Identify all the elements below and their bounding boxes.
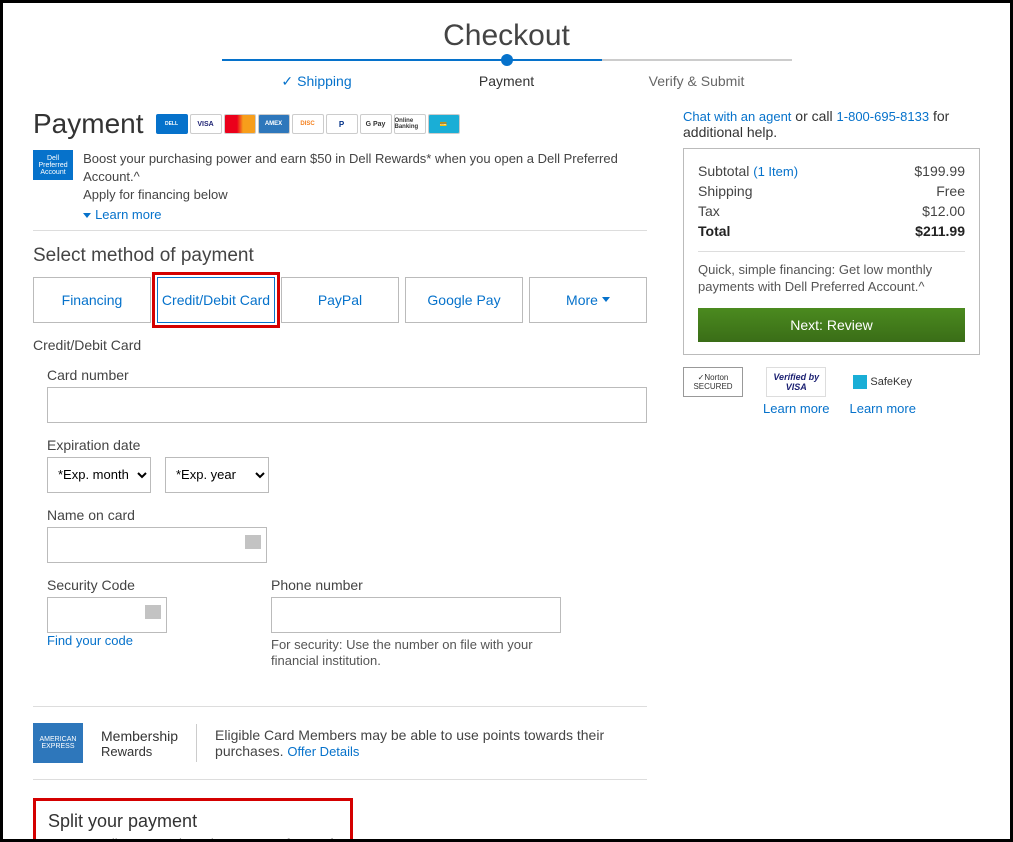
card-number-input[interactable] (47, 387, 647, 423)
split-payment-section: Split your payment You can split your pu… (33, 798, 353, 842)
vbv-learn-more-link[interactable]: Learn more (763, 401, 829, 416)
mastercard-icon (224, 114, 256, 134)
visa-icon: VISA (190, 114, 222, 134)
norton-secured-icon: ✓Norton SECURED (683, 367, 743, 397)
financing-promo: Dell Preferred Account Boost your purcha… (33, 150, 647, 231)
exp-year-select[interactable]: *Exp. year (165, 457, 269, 493)
step-shipping[interactable]: ✓Shipping (222, 59, 412, 90)
online-banking-icon: Online Banking (394, 114, 426, 134)
order-summary: Subtotal (1 Item) $199.99 Shipping Free … (683, 148, 980, 355)
tax-value: $12.00 (922, 203, 965, 219)
subtotal-value: $199.99 (914, 163, 965, 179)
subtotal-label: Subtotal (698, 163, 753, 179)
trust-badges: ✓Norton SECURED Verified by VISA Learn m… (683, 367, 980, 416)
amex-rewards-label: Membership Rewards (101, 728, 178, 759)
split-title: Split your payment (48, 811, 338, 832)
keyboard-icon (145, 605, 161, 619)
checkout-stepper: ✓Shipping Payment Verify & Submit (33, 59, 980, 90)
amex-badge-icon: AMERICAN EXPRESS (33, 723, 83, 763)
phone-link[interactable]: 1-800-695-8133 (837, 109, 930, 124)
next-review-button[interactable]: Next: Review (698, 308, 965, 342)
safekey-icon: SafeKey (853, 367, 913, 397)
gpay-icon: G Pay (360, 114, 392, 134)
active-dot-icon (501, 54, 513, 66)
phone-input[interactable] (271, 597, 561, 633)
divider (196, 724, 197, 762)
method-credit-debit[interactable]: Credit/Debit Card (157, 277, 275, 323)
safekey-learn-more-link[interactable]: Learn more (849, 401, 915, 416)
total-value: $211.99 (915, 223, 965, 239)
method-more[interactable]: More (529, 277, 647, 323)
verified-by-visa-icon: Verified by VISA (766, 367, 826, 397)
keyboard-icon (245, 535, 261, 549)
financing-note: Quick, simple financing: Get low monthly… (698, 262, 965, 296)
tax-label: Tax (698, 203, 720, 219)
caret-down-icon (602, 297, 610, 302)
shipping-label: Shipping (698, 183, 753, 199)
accepted-cards: DELL VISA AMEX DISC P G Pay Online Banki… (156, 114, 460, 134)
step-label: Verify & Submit (649, 73, 745, 89)
method-paypal[interactable]: PayPal (281, 277, 399, 323)
learn-more-toggle[interactable]: Learn more (83, 207, 647, 222)
name-on-card-input[interactable] (47, 527, 267, 563)
security-code-label: Security Code (47, 577, 167, 593)
amex-desc: Eligible Card Members may be able to use… (215, 727, 635, 759)
debit-card-icon: 💳 (428, 114, 460, 134)
caret-down-icon (83, 213, 91, 218)
payment-heading: Payment (33, 108, 144, 140)
offer-details-link[interactable]: Offer Details (287, 744, 359, 759)
check-icon: ✓ (281, 73, 293, 89)
card-number-label: Card number (47, 367, 647, 383)
items-link[interactable]: (1 Item) (753, 164, 798, 179)
name-on-card-label: Name on card (47, 507, 647, 523)
step-label: Shipping (297, 73, 352, 89)
discover-icon: DISC (292, 114, 324, 134)
dpa-icon: DELL (156, 114, 188, 134)
page-title: Checkout (33, 19, 980, 53)
step-label: Payment (479, 73, 534, 89)
method-google-pay[interactable]: Google Pay (405, 277, 523, 323)
find-your-code-link[interactable]: Find your code (47, 633, 167, 648)
dpa-badge-icon: Dell Preferred Account (33, 150, 73, 180)
total-label: Total (698, 223, 730, 239)
phone-hint: For security: Use the number on file wit… (271, 637, 561, 671)
card-form-subheading: Credit/Debit Card (33, 337, 647, 353)
step-verify[interactable]: Verify & Submit (602, 59, 792, 90)
split-desc: You can split your purchase between 1-3 … (48, 836, 338, 842)
promo-line1: Boost your purchasing power and earn $50… (83, 150, 647, 186)
amex-rewards-row: AMERICAN EXPRESS Membership Rewards Elig… (33, 706, 647, 780)
amex-icon: AMEX (258, 114, 290, 134)
promo-line2: Apply for financing below (83, 186, 647, 204)
step-payment[interactable]: Payment (412, 59, 602, 90)
method-financing[interactable]: Financing (33, 277, 151, 323)
chat-link[interactable]: Chat with an agent (683, 109, 791, 124)
phone-label: Phone number (271, 577, 561, 593)
help-line: Chat with an agent or call 1-800-695-813… (683, 108, 980, 140)
shipping-value: Free (936, 183, 965, 199)
expiration-label: Expiration date (47, 437, 647, 453)
paypal-icon: P (326, 114, 358, 134)
payment-method-tabs: Financing Credit/Debit Card PayPal Googl… (33, 277, 647, 323)
select-method-title: Select method of payment (33, 245, 647, 267)
exp-month-select[interactable]: *Exp. month (47, 457, 151, 493)
